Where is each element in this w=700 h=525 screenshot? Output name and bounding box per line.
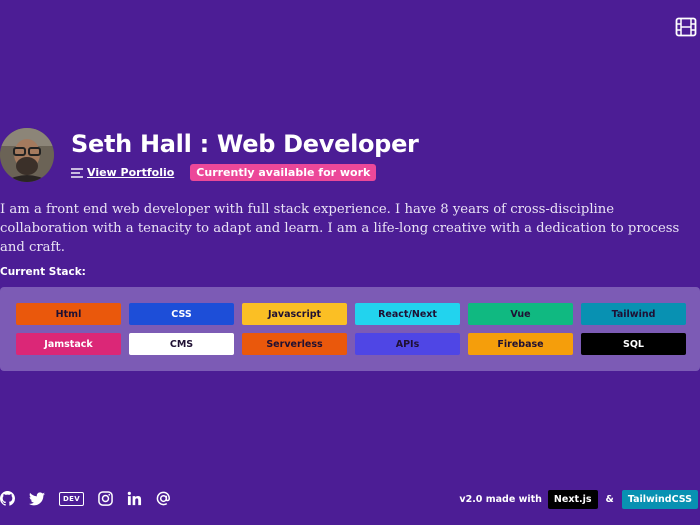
avatar bbox=[0, 128, 54, 182]
view-portfolio-link[interactable]: View Portfolio bbox=[71, 166, 174, 179]
credits: v2.0 made with Next.js & TailwindCSS bbox=[459, 490, 698, 509]
availability-badge: Currently available for work bbox=[190, 164, 377, 181]
view-portfolio-label: View Portfolio bbox=[87, 166, 175, 179]
stack-chip-react-next: React/Next bbox=[355, 303, 460, 325]
stack-chip-javascript: Javascript bbox=[242, 303, 347, 325]
stack-chip-cms: CMS bbox=[129, 333, 234, 355]
stack-chip-jamstack: Jamstack bbox=[16, 333, 121, 355]
film-icon[interactable] bbox=[675, 16, 697, 38]
hero-sub-row: View Portfolio Currently available for w… bbox=[71, 164, 419, 181]
stack-chip-serverless: Serverless bbox=[242, 333, 347, 355]
stack-title: Current Stack: bbox=[0, 266, 86, 278]
instagram-icon[interactable] bbox=[98, 491, 113, 506]
stack-panel: Html CSS Javascript React/Next Vue Tailwind Ja… bbox=[0, 287, 700, 371]
tailwindcss-badge[interactable]: TailwindCSS bbox=[621, 490, 698, 509]
stack-chip-firebase: Firebase bbox=[468, 333, 573, 355]
stack-grid: Html CSS Javascript React/Next Vue Tailwind Ja… bbox=[16, 303, 686, 355]
stack-chip-vue: Vue bbox=[468, 303, 573, 325]
github-icon[interactable] bbox=[0, 491, 15, 506]
twitter-icon[interactable] bbox=[29, 491, 45, 506]
ampersand-text: & bbox=[605, 494, 614, 505]
dev-label: DEV bbox=[59, 491, 84, 506]
stack-chip-tailwind: Tailwind bbox=[581, 303, 686, 325]
dev-icon[interactable]: DEV bbox=[59, 491, 84, 506]
hero-text: Seth Hall : Web Developer View Portfolio… bbox=[71, 128, 419, 181]
page-title: Seth Hall : Web Developer bbox=[71, 130, 419, 158]
email-icon[interactable] bbox=[156, 491, 171, 506]
made-with-text: v2.0 made with bbox=[459, 494, 542, 505]
nextjs-badge[interactable]: Next.js bbox=[547, 490, 598, 509]
menu-icon bbox=[71, 167, 83, 178]
stack-chip-css: CSS bbox=[129, 303, 234, 325]
bio-text: I am a front end web developer with full… bbox=[0, 202, 680, 255]
hero-section: Seth Hall : Web Developer View Portfolio… bbox=[0, 128, 419, 182]
stack-chip-sql: SQL bbox=[581, 333, 686, 355]
social-links: DEV bbox=[0, 491, 185, 506]
stack-chip-apis: APIs bbox=[355, 333, 460, 355]
stack-chip-html: Html bbox=[16, 303, 121, 325]
linkedin-icon[interactable] bbox=[127, 491, 142, 506]
